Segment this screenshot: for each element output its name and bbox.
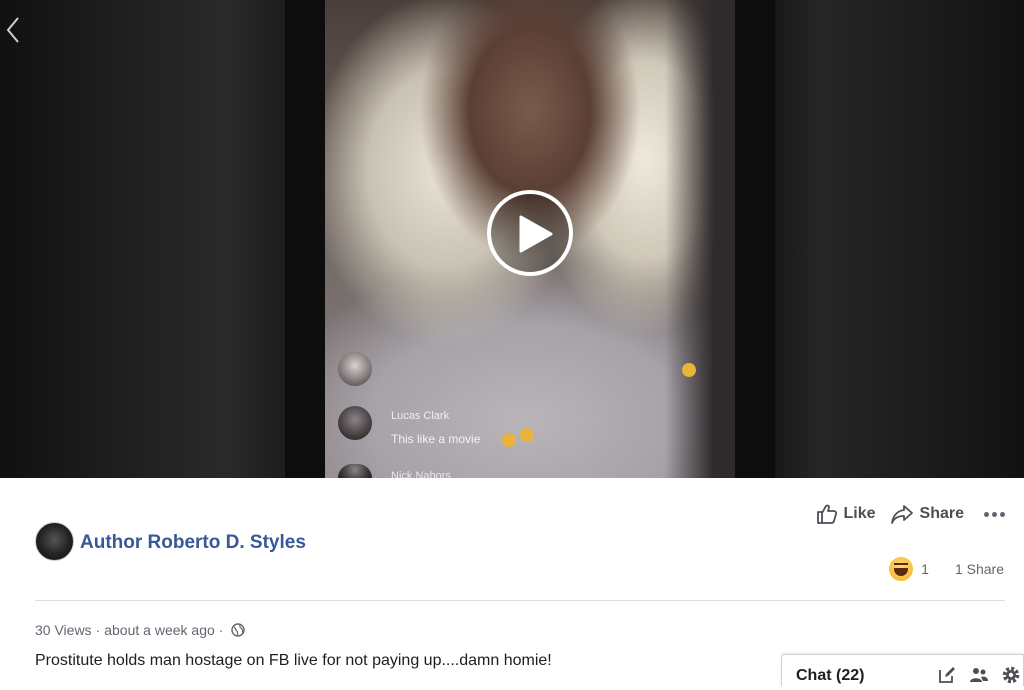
play-button[interactable] (487, 190, 573, 276)
compose-icon[interactable] (937, 665, 957, 685)
divider (35, 600, 1005, 601)
back-button[interactable] (2, 14, 26, 46)
live-comment-name: Lucas Clark (391, 410, 450, 422)
commenter-avatar (338, 406, 372, 440)
share-arrow-icon (890, 505, 913, 524)
more-options-button[interactable] (982, 511, 1006, 517)
reaction-float-icon (682, 363, 696, 377)
video-shade (665, 0, 735, 478)
ellipsis-dot (991, 511, 997, 517)
chat-label: Chat (22) (796, 667, 865, 684)
like-button[interactable]: Like (816, 503, 876, 525)
globe-icon[interactable] (231, 623, 246, 637)
like-label: Like (843, 505, 876, 522)
chevron-left-icon (6, 17, 19, 43)
thumbs-up-icon (816, 504, 837, 524)
laugh-emoji-icon (520, 428, 534, 442)
reactions-summary: 1 1 Share (889, 556, 1004, 582)
chat-dock[interactable]: Chat (22) (781, 654, 1024, 686)
post-meta: 30 Views · about a week ago · (35, 622, 246, 638)
laugh-cry-emoji-icon (502, 433, 516, 447)
live-comment (336, 352, 596, 406)
people-icon[interactable] (969, 665, 989, 685)
view-count: 30 Views (35, 622, 92, 638)
share-count[interactable]: 1 Share (955, 561, 1004, 577)
gear-icon[interactable] (1001, 665, 1021, 685)
share-button[interactable]: Share (890, 503, 964, 525)
post-timestamp[interactable]: about a week ago (104, 622, 215, 638)
ellipsis-dot (999, 511, 1005, 517)
live-comments-overlay: Lucas Clark This like a movie Nick Nabor… (336, 352, 596, 478)
author-avatar[interactable] (35, 522, 74, 561)
play-icon (519, 215, 553, 253)
ellipsis-icon (983, 511, 989, 517)
post-action-bar: Like Share (802, 500, 1006, 528)
meta-separator: · (218, 622, 224, 638)
author-name-link[interactable]: Author Roberto D. Styles (80, 532, 306, 554)
commenter-avatar (338, 352, 372, 386)
share-label: Share (919, 505, 964, 522)
chat-toolbar (925, 665, 1021, 685)
post-caption: Prostitute holds man hostage on FB live … (35, 652, 552, 669)
meta-separator: · (95, 622, 101, 638)
video-stage[interactable]: Lucas Clark This like a movie Nick Nabor… (0, 0, 1024, 478)
live-comment-name: Nick Nabors (391, 470, 451, 478)
live-comment-text: This like a movie (391, 432, 481, 446)
reaction-count[interactable]: 1 (921, 561, 929, 577)
haha-reaction-icon[interactable] (889, 557, 914, 581)
